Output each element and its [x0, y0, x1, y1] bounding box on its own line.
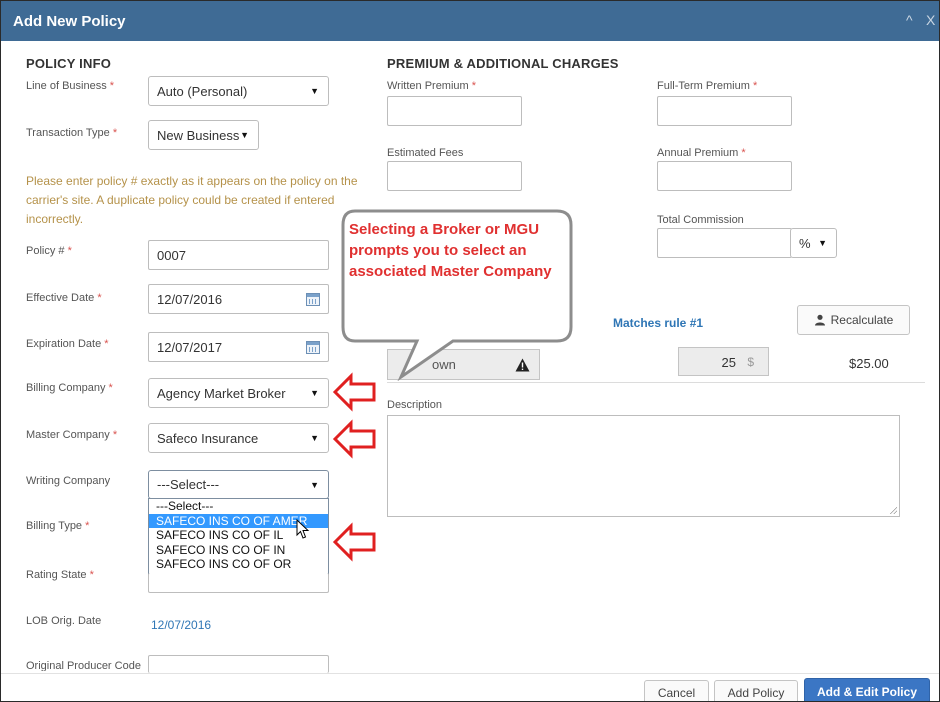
dropdown-option[interactable]: SAFECO INS CO OF OR: [149, 557, 328, 572]
total-commission-input[interactable]: [657, 228, 792, 258]
callout-text: Selecting a Broker or MGU prompts you to…: [349, 221, 552, 280]
lob-orig-date-value: 12/07/2016: [151, 618, 212, 632]
add-policy-button[interactable]: Add Policy: [714, 680, 798, 701]
effective-date-input[interactable]: 12/07/2016: [148, 284, 329, 314]
master-company-label: Master Company *: [26, 429, 118, 441]
lob-orig-date-label: LOB Orig. Date: [26, 615, 102, 627]
add-policy-dialog: Add New Policy ^ X POLICY INFO Line of B…: [0, 0, 940, 702]
writing-company-label: Writing Company: [26, 475, 111, 487]
rating-state-label: Rating State *: [26, 569, 94, 581]
premium-heading: PREMIUM & ADDITIONAL CHARGES: [387, 56, 619, 71]
dialog-title: Add New Policy: [13, 13, 126, 30]
matches-rule-link[interactable]: Matches rule #1: [613, 316, 703, 330]
user-icon: [814, 314, 825, 326]
dialog-titlebar: Add New Policy ^ X: [1, 1, 939, 41]
original-producer-code-input[interactable]: [148, 655, 329, 673]
commission-unit-select[interactable]: % ▼: [790, 228, 837, 258]
commission-amount: $25.00: [849, 356, 889, 371]
writing-company-select[interactable]: ---Select--- ▼: [148, 470, 329, 499]
expiration-date-input[interactable]: 12/07/2017: [148, 332, 329, 362]
line-of-business-label: Line of Business *: [26, 80, 115, 92]
full-term-premium-label: Full-Term Premium *: [657, 80, 758, 92]
mouse-cursor-icon: [296, 519, 310, 539]
add-edit-policy-button[interactable]: Add & Edit Policy: [804, 678, 930, 701]
full-term-premium-input[interactable]: [657, 96, 792, 126]
description-textarea[interactable]: [387, 415, 900, 517]
calendar-icon[interactable]: [306, 341, 320, 354]
transaction-type-select[interactable]: New Business ▼: [148, 120, 259, 150]
collapse-icon[interactable]: ^: [906, 12, 913, 28]
annual-premium-label: Annual Premium *: [657, 147, 746, 159]
master-company-select[interactable]: Safeco Insurance ▼: [148, 423, 329, 453]
total-commission-label: Total Commission: [657, 214, 744, 226]
rating-state-select[interactable]: [148, 573, 329, 593]
effective-date-label: Effective Date *: [26, 292, 102, 304]
close-icon[interactable]: X: [926, 12, 935, 28]
transaction-type-label: Transaction Type *: [26, 127, 118, 139]
cancel-button[interactable]: Cancel: [644, 680, 709, 701]
rate-input[interactable]: 25 $: [678, 347, 769, 376]
written-premium-label: Written Premium *: [387, 80, 477, 92]
dropdown-option[interactable]: SAFECO INS CO OF IN: [149, 543, 328, 558]
dropdown-option[interactable]: ---Select---: [149, 499, 328, 514]
original-producer-code-label: Original Producer Code: [26, 660, 141, 671]
recalculate-button[interactable]: Recalculate: [797, 305, 910, 335]
line-of-business-select[interactable]: Auto (Personal) ▼: [148, 76, 329, 106]
calendar-icon[interactable]: [306, 293, 320, 306]
policy-number-notice: Please enter policy # exactly as it appe…: [26, 174, 358, 226]
policy-info-heading: POLICY INFO: [26, 56, 112, 71]
billing-company-label: Billing Company *: [26, 382, 113, 394]
description-label: Description: [387, 399, 443, 411]
written-premium-input[interactable]: [387, 96, 522, 126]
billing-type-label: Billing Type *: [26, 520, 90, 532]
arrow-left-icon: [333, 522, 376, 562]
annual-premium-input[interactable]: [657, 161, 792, 191]
arrow-left-icon: [333, 419, 376, 459]
footer-divider: [1, 673, 939, 674]
policy-number-input[interactable]: 0007: [148, 240, 329, 270]
estimated-fees-input[interactable]: [387, 161, 522, 191]
divider: [387, 382, 925, 383]
billing-company-select[interactable]: Agency Market Broker ▼: [148, 378, 329, 408]
policy-number-label: Policy # *: [26, 245, 72, 257]
estimated-fees-label: Estimated Fees: [387, 147, 464, 159]
expiration-date-label: Expiration Date *: [26, 338, 109, 350]
